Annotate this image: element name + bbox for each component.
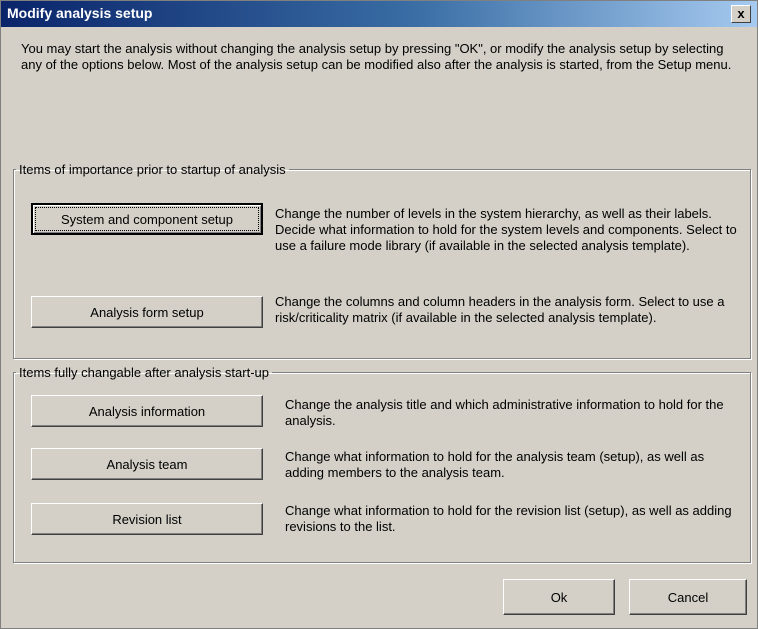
revision-list-description: Change what information to hold for the … bbox=[285, 503, 732, 534]
analysis-team-button[interactable]: Analysis team bbox=[31, 448, 263, 480]
close-icon: x bbox=[737, 6, 745, 21]
system-and-component-setup-description: Change the number of levels in the syste… bbox=[275, 206, 737, 253]
modify-analysis-setup-dialog: Modify analysis setup x You may start th… bbox=[0, 0, 758, 629]
group-changable-after-startup-legend: Items fully changable after analysis sta… bbox=[19, 365, 270, 380]
analysis-form-setup-description: Change the columns and column headers in… bbox=[275, 294, 725, 325]
group-prior-to-startup: Items of importance prior to startup of … bbox=[13, 162, 751, 359]
dialog-title: Modify analysis setup bbox=[7, 5, 153, 21]
system-and-component-setup-button[interactable]: System and component setup bbox=[31, 203, 263, 235]
analysis-team-description: Change what information to hold for the … bbox=[285, 449, 705, 480]
cancel-button[interactable]: Cancel bbox=[629, 579, 747, 615]
ok-button[interactable]: Ok bbox=[503, 579, 615, 615]
title-bar: Modify analysis setup x bbox=[1, 1, 757, 27]
close-button[interactable]: x bbox=[731, 5, 751, 23]
analysis-form-setup-button[interactable]: Analysis form setup bbox=[31, 296, 263, 328]
revision-list-button[interactable]: Revision list bbox=[31, 503, 263, 535]
group-prior-to-startup-legend: Items of importance prior to startup of … bbox=[19, 162, 286, 177]
analysis-information-description: Change the analysis title and which admi… bbox=[285, 397, 724, 428]
analysis-information-button[interactable]: Analysis information bbox=[31, 395, 263, 427]
intro-text: You may start the analysis without chang… bbox=[21, 41, 732, 72]
